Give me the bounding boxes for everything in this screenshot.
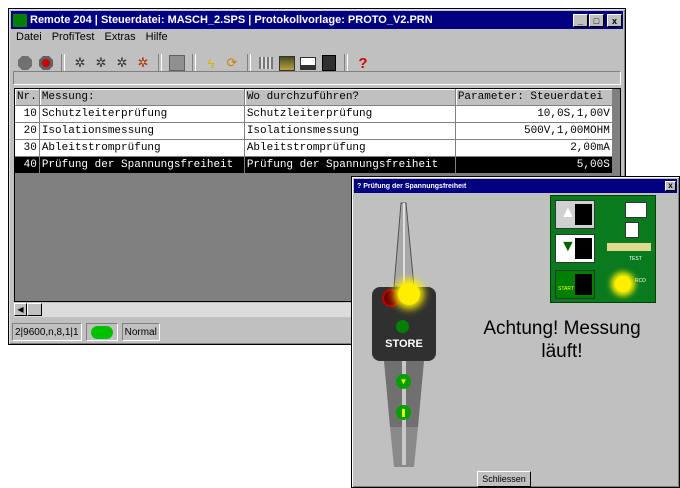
gear-multicolor-icon[interactable]: ✲ [134,54,152,72]
rcd-label: RCD [635,278,646,284]
row-nr: 30 [15,139,40,157]
table-row-selected[interactable]: 40 Prüfung der Spannungsfreiheit Prüfung… [15,156,613,174]
row-param: 2,00mA [455,139,613,157]
panel-down-button[interactable]: ▼ [555,234,595,263]
arrow-down-icon: ▼ [560,238,576,255]
row-wo: Prüfung der Spannungsfreiheit [244,156,456,174]
maximize-button[interactable]: □ [589,13,604,27]
calculator-icon[interactable] [320,54,338,72]
row-wo: Ableitstromprüfung [244,139,456,157]
image-icon[interactable] [278,54,296,72]
record-icon[interactable] [37,54,55,72]
menu-bar: Datei ProfiTest Extras Hilfe [12,31,169,47]
start-label: START [558,286,574,292]
connection-led [85,323,118,341]
row-nr: 20 [15,122,40,140]
test-label: TEST [629,256,642,262]
test-probe [372,202,436,467]
panel-up-button[interactable]: ▲ [555,200,595,229]
close-button[interactable]: x [607,13,622,27]
minimize-button[interactable]: _ [573,13,588,27]
toolbar-separator [158,54,162,72]
toolbar-separator [192,54,196,72]
table-row[interactable]: 20 Isolationsmessung Isolationsmessung 5… [15,122,613,140]
probe-pause-icon[interactable]: ❚ [396,405,411,420]
led-icon [90,325,113,339]
dialog-title: ? Prüfung der Spannungsfreiheit [357,182,467,190]
menu-extras[interactable]: Extras [103,31,136,47]
table-row[interactable]: 30 Ableitstromprüfung Ableitstromprüfung… [15,139,613,157]
scroll-left-icon[interactable]: ◀ [14,303,27,316]
arrow-up-icon: ▲ [560,204,576,221]
scroll-thumb[interactable] [27,303,42,316]
mode-status: Normal [121,323,160,341]
panel-led-yellow-icon [615,276,631,292]
row-nr: 40 [15,156,40,174]
main-titlebar[interactable]: Remote 204 | Steuerdatei: MASCH_2.SPS | … [11,11,623,29]
probe-led-yellow-icon [398,283,420,305]
row-wo: Schutzleiterprüfung [244,105,456,123]
measurement-dialog: ? Prüfung der Spannungsfreiheit x STORE … [351,176,680,488]
print-icon[interactable] [299,54,317,72]
toolbar-separator [61,54,65,72]
gear-wrench-icon[interactable]: ✲ [113,54,131,72]
row-messung: Prüfung der Spannungsfreiheit [39,156,245,174]
toolbar-separator [344,54,348,72]
toolbar-separator [247,54,251,72]
table-row[interactable]: 10 Schutzleiterprüfung Schutzleiterprüfu… [15,105,613,123]
menu-datei[interactable]: Datei [15,31,43,47]
column-header-messung[interactable]: Messung: [39,89,245,106]
port-status: 2|9600,n,8,1|1 [12,323,82,341]
probe-down-icon[interactable]: ▼ [396,374,411,389]
row-messung: Ableitstromprüfung [39,139,245,157]
row-wo: Isolationsmessung [244,122,456,140]
row-messung: Isolationsmessung [39,122,245,140]
help-icon[interactable]: ? [354,54,372,72]
gear-icon[interactable]: ✲ [71,54,89,72]
row-param: 5,00S [455,156,613,174]
column-header-wo[interactable]: Wo durchzuführen? [244,89,456,106]
schliessen-button[interactable]: Schliessen [477,471,531,487]
panel-start-button[interactable]: START [555,270,595,299]
dialog-close-button[interactable]: x [665,181,676,191]
gray-square-icon[interactable] [168,54,186,72]
row-messung: Schutzleiterprüfung [39,105,245,123]
probe-led-green-icon [396,320,409,333]
column-header-nr[interactable]: Nr. [15,89,40,106]
store-label[interactable]: STORE [376,338,432,350]
stop-icon[interactable] [16,54,34,72]
lightning-icon[interactable]: ϟ [202,54,220,72]
status-bar: 2|9600,n,8,1|1 Normal [12,322,160,342]
menu-profitest[interactable]: ProfiTest [51,31,96,47]
printer-icon [625,202,647,218]
command-line[interactable] [13,71,621,85]
dialog-titlebar[interactable]: ? Prüfung der Spannungsfreiheit x [354,179,677,193]
rcd-indicator [607,243,651,251]
menu-hilfe[interactable]: Hilfe [145,31,169,47]
gear-icon[interactable]: ✲ [92,54,110,72]
app-icon [13,13,27,27]
refresh-icon[interactable]: ⟳ [223,54,241,72]
warning-message: Achtung! Messung läuft! [483,318,641,362]
row-nr: 10 [15,105,40,123]
grid-icon[interactable] [257,54,275,72]
row-param: 500V,1,00MOHM [455,122,613,140]
row-param: 10,0S,1,00V [455,105,613,123]
window-title: Remote 204 | Steuerdatei: MASCH_2.SPS | … [30,14,433,26]
instrument-panel: ▲ ▼ START TEST RCD [550,195,656,303]
document-icon [625,222,639,238]
column-header-parameter[interactable]: Parameter: Steuerdatei [455,89,613,106]
